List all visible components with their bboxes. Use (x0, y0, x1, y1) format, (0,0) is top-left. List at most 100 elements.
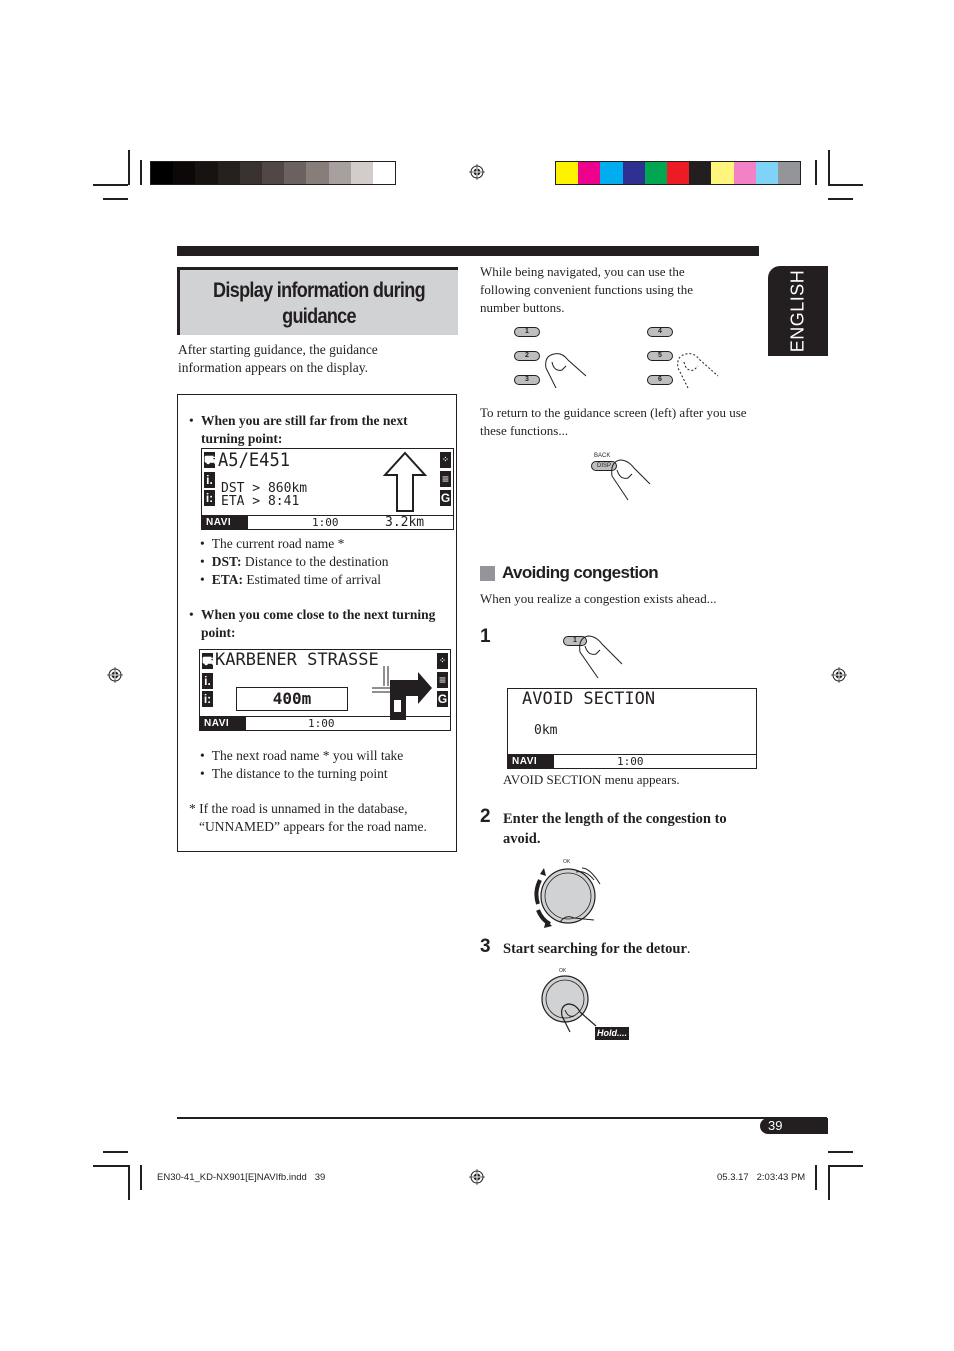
color-swatch (173, 162, 196, 184)
compass-icon: ⁘ (437, 653, 448, 669)
ok-knob-rotate-icon[interactable] (530, 862, 610, 932)
date-slug: 05.3.17 2:03:43 PM (717, 1172, 806, 1183)
page-number: 39 (760, 1118, 828, 1134)
crop-mark (815, 1165, 817, 1190)
section-square-icon (480, 566, 495, 581)
crop-mark (103, 198, 128, 200)
navi-mode-tag: NAVI (202, 516, 248, 529)
compass-icon: ⁘ (440, 452, 451, 468)
crop-mark (828, 184, 863, 186)
document-icon: ≡ (440, 471, 451, 487)
close-guidance-display: ⛟ i. i: KARBENER STRASSE 400m ⁘ ≡ G NAVI… (199, 649, 451, 731)
avoiding-intro: When you realize a congestion exists ahe… (480, 591, 717, 606)
avoid-caption: AVOID SECTION menu appears. (503, 772, 680, 787)
document-icon: ≡ (437, 672, 448, 688)
color-swatch (195, 162, 218, 184)
color-swatch (689, 162, 712, 184)
navi-mode-tag: NAVI (508, 755, 554, 768)
step-2-number: 2 (480, 806, 491, 827)
registration-mark-icon (107, 667, 123, 683)
clock: 1:00 (308, 717, 335, 730)
color-swatch (755, 162, 778, 184)
number-buttons-intro: While being navigated, you can use the f… (480, 264, 694, 315)
straight-arrow-icon (382, 451, 428, 512)
navi-mode-tag: NAVI (200, 717, 246, 730)
eta-readout: ETA > 8:41 (221, 494, 300, 509)
footer-rule (177, 1117, 827, 1119)
clock: 1:00 (312, 516, 339, 529)
step-3-number: 3 (480, 936, 491, 957)
avoid-title: AVOID SECTION (522, 689, 656, 709)
status-bar: NAVI 1:00 3.2km (202, 515, 453, 529)
color-swatch (217, 162, 240, 184)
color-swatch (372, 162, 396, 184)
number-button-1[interactable]: 1 (514, 327, 540, 337)
gps-icon: G (437, 691, 448, 707)
color-swatch (151, 162, 174, 184)
gray-color-bar (150, 161, 397, 185)
return-instruction: To return to the guidance screen (left) … (480, 405, 747, 438)
right-turn-arrow-icon (372, 666, 432, 720)
crop-mark (828, 150, 830, 185)
bullet-road-name: The current road name * (200, 535, 450, 553)
finger-press-icon (611, 459, 651, 501)
far-guidance-display: ⛟ i. i: A5/E451 DST > 860km ETA > 8:41 ⁘… (201, 448, 454, 530)
color-swatch (578, 162, 601, 184)
crop-mark (93, 184, 128, 186)
ok-knob-hold-icon[interactable] (540, 974, 610, 1034)
step-1-number: 1 (480, 626, 491, 647)
crop-mark (140, 1165, 142, 1190)
color-swatch (306, 162, 329, 184)
crop-mark (128, 1165, 130, 1200)
car-icon: ⛟ (202, 653, 218, 669)
distance-box: 400m (236, 687, 348, 711)
info-list-icon: i: (202, 691, 213, 707)
number-button-6[interactable]: 6 (647, 375, 673, 385)
bullet-turn-distance: The distance to the turning point (200, 765, 455, 783)
color-swatch (644, 162, 667, 184)
color-swatch (328, 162, 351, 184)
section-title-box: Display information during guidance (177, 267, 458, 335)
color-swatch (239, 162, 262, 184)
crop-mark (828, 1165, 863, 1167)
number-button-2[interactable]: 2 (514, 351, 540, 361)
registration-mark-icon (831, 667, 847, 683)
crop-mark (103, 1151, 128, 1153)
registration-mark-icon (469, 164, 485, 180)
crop-mark (93, 1165, 128, 1167)
finger-press-icon (579, 635, 623, 679)
bullet-eta: ETA: Estimated time of arrival (200, 571, 450, 589)
color-swatch (556, 162, 579, 184)
gps-icon: G (440, 490, 451, 506)
step-3-text: Start searching for the detour. (503, 941, 691, 957)
color-swatch (350, 162, 373, 184)
bullet-dst: DST: Distance to the destination (200, 553, 450, 571)
file-slug: EN30-41_KD-NX901[E]NAVIfb.indd 39 (157, 1172, 326, 1183)
registration-mark-icon (469, 1169, 485, 1185)
crop-mark (128, 150, 130, 185)
road-name: KARBENER STRASSE (215, 650, 379, 670)
info-icon: i. (202, 673, 213, 689)
close-bullets: The next road name * you will take The d… (200, 747, 455, 783)
crop-mark (828, 1165, 830, 1200)
avoid-section-display: AVOID SECTION 0km NAVI 1:00 (507, 688, 757, 769)
crop-mark (828, 1151, 853, 1153)
language-tab: ENGLISH (768, 266, 828, 356)
crop-mark (815, 160, 817, 185)
color-swatch (777, 162, 801, 184)
number-button-4[interactable]: 4 (647, 327, 673, 337)
clock: 1:00 (617, 755, 644, 768)
finger-press-icon (545, 353, 587, 389)
number-button-5[interactable]: 5 (647, 351, 673, 361)
footnote: * If the road is unnamed in the database… (189, 801, 427, 834)
road-name: A5/E451 (218, 449, 291, 471)
hold-label: Hold.... (595, 1027, 629, 1040)
number-button-3[interactable]: 3 (514, 375, 540, 385)
info-list-icon: i: (204, 490, 215, 506)
color-swatch (666, 162, 690, 184)
color-swatch (733, 162, 756, 184)
car-icon: ⛟ (204, 452, 220, 468)
turn-distance: 3.2km (385, 515, 425, 530)
crop-mark (828, 198, 853, 200)
color-swatch (622, 162, 645, 184)
